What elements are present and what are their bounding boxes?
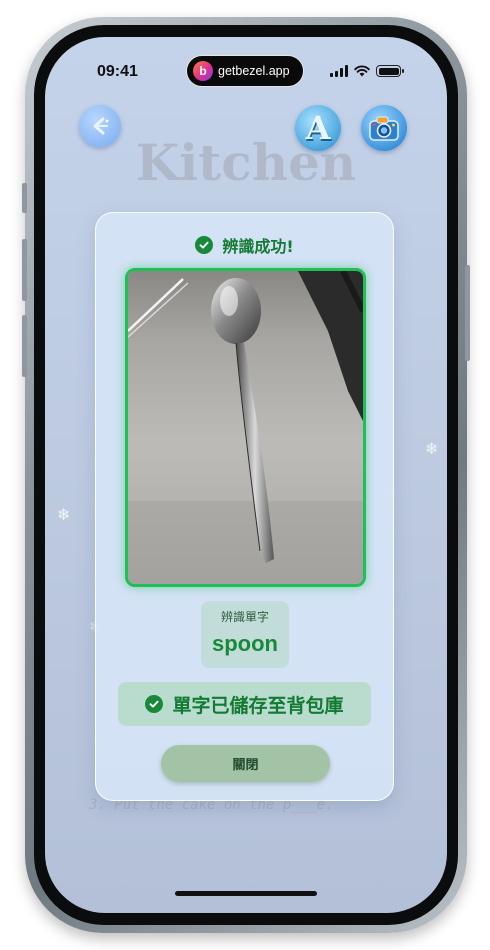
saved-check-icon bbox=[145, 695, 164, 713]
signal-icon bbox=[330, 65, 348, 77]
wifi-icon bbox=[354, 65, 370, 77]
success-check-icon bbox=[195, 236, 214, 254]
dialog-header: 辨識成功! bbox=[96, 233, 393, 257]
close-button[interactable]: 關閉 bbox=[161, 745, 330, 782]
power-button bbox=[465, 265, 470, 361]
snowflake-icon: ❄ bbox=[57, 505, 71, 524]
captured-photo bbox=[125, 268, 366, 587]
recognized-word-caption: 辨識單字 bbox=[220, 610, 269, 624]
status-icons bbox=[330, 65, 404, 77]
battery-icon bbox=[376, 65, 404, 77]
dialog-title: 辨識成功! bbox=[222, 237, 294, 256]
saved-confirmation-banner: 單字已儲存至背包庫 bbox=[118, 682, 371, 726]
recognized-word: spoon bbox=[212, 631, 278, 656]
dynamic-island: b getbezel.app bbox=[186, 55, 304, 87]
snowflake-icon: ❄ bbox=[425, 439, 439, 458]
phone-bezel: 09:41 b getbezel.app A Kitchen 3. Put th… bbox=[34, 25, 458, 925]
background-page-title: Kitchen bbox=[135, 133, 357, 192]
phone-frame: 09:41 b getbezel.app A Kitchen 3. Put th… bbox=[22, 17, 470, 933]
volume-down-button bbox=[22, 315, 27, 377]
bezel-logo-letter: b bbox=[199, 64, 207, 78]
island-label: getbezel.app bbox=[218, 64, 290, 78]
recognition-result-dialog: 辨識成功! 辨識單字 spoon 單字已儲存至背包庫 關閉 bbox=[95, 212, 394, 801]
spoon-photo bbox=[128, 271, 363, 584]
bezel-logo-icon: b bbox=[193, 61, 213, 81]
recognized-word-box: 辨識單字 spoon bbox=[201, 601, 289, 668]
volume-up-button bbox=[22, 239, 27, 301]
home-indicator[interactable] bbox=[175, 891, 317, 896]
status-time: 09:41 bbox=[97, 63, 138, 80]
app-screen: 09:41 b getbezel.app A Kitchen 3. Put th… bbox=[45, 37, 447, 913]
action-button bbox=[22, 183, 27, 213]
saved-message: 單字已儲存至背包庫 bbox=[172, 694, 344, 717]
